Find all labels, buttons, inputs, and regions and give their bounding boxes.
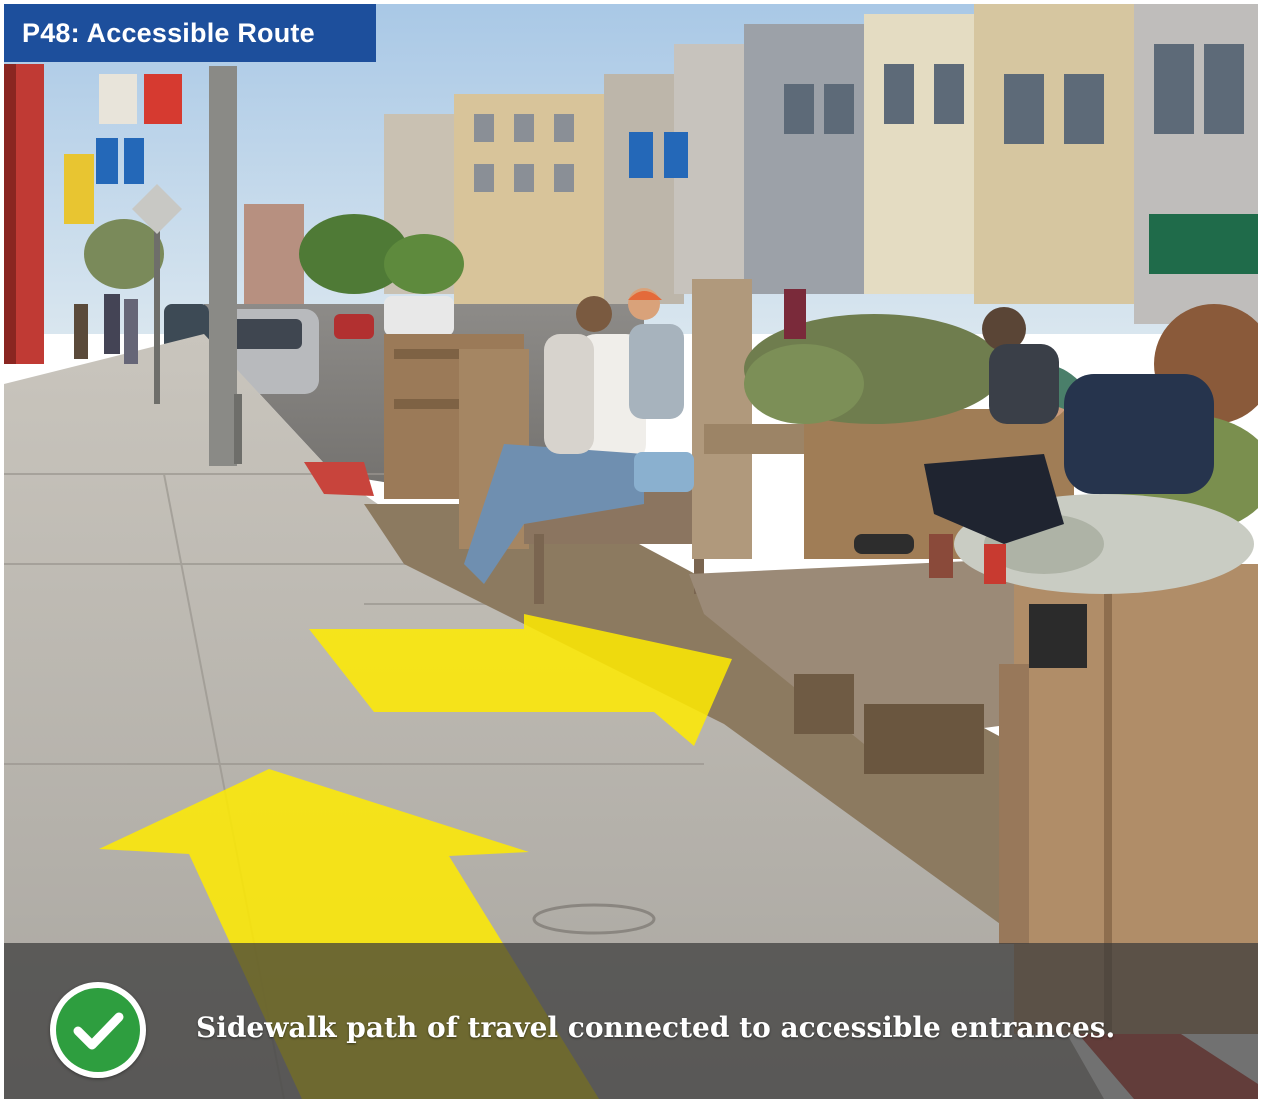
caption-text: Sidewalk path of travel connected to acc… (196, 1011, 1116, 1044)
street-parklet-photo (4, 4, 1258, 1099)
utility-pole (209, 66, 237, 466)
page-title: P48: Accessible Route (4, 4, 376, 62)
check-circle-icon (50, 982, 146, 1078)
